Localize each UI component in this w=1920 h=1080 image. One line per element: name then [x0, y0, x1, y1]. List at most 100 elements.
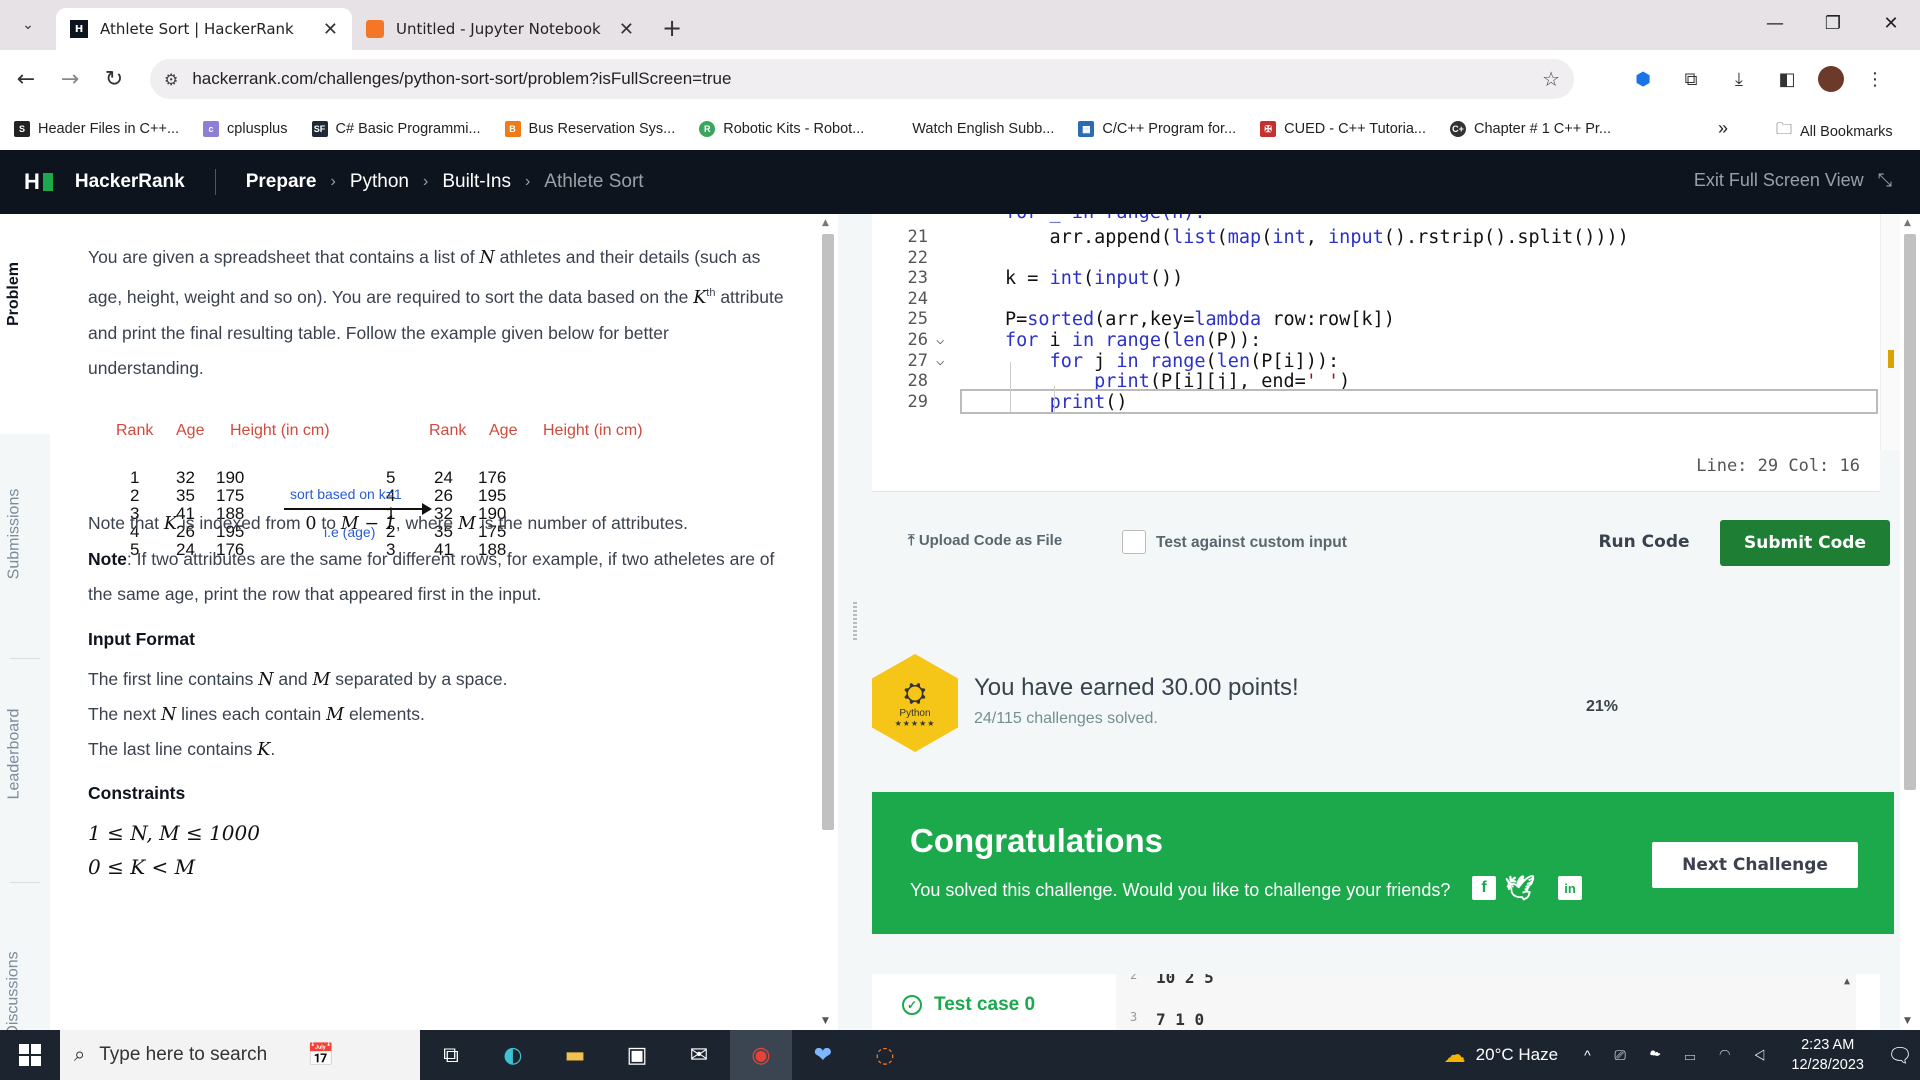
scrollbar-thumb[interactable]	[822, 234, 834, 830]
right-pane-scrollbar[interactable]: ▲ ▼	[1900, 214, 1920, 1030]
header-height: Height (in cm)	[230, 422, 330, 439]
bookmark-item[interactable]: SF C# Basic Programmi...	[311, 121, 481, 137]
bookmark-item[interactable]: B Bus Reservation Sys...	[504, 121, 675, 137]
close-window-icon[interactable]: ✕	[1862, 0, 1920, 46]
tab-leaderboard[interactable]: Leaderboard	[0, 709, 50, 800]
custom-input-checkbox[interactable]	[1122, 530, 1146, 554]
scroll-down-arrow-icon[interactable]: ▼	[1904, 1016, 1911, 1026]
close-tab-icon[interactable]: ✕	[323, 19, 338, 40]
all-bookmarks-button[interactable]: 🗀 All Bookmarks	[1776, 118, 1893, 145]
bookmark-item[interactable]: R Robotic Kits - Robot...	[699, 121, 864, 137]
brand-name[interactable]: HackerRank	[75, 171, 185, 193]
custom-input-label[interactable]: Test against custom input	[1156, 534, 1347, 552]
text: separated by a space.	[335, 669, 508, 689]
back-arrow-icon[interactable]: ←	[4, 57, 48, 101]
more-bookmarks-chevron-icon[interactable]: »	[1718, 118, 1728, 139]
notification-icon[interactable]: 🗨	[1880, 1043, 1920, 1068]
sample-cell: 1	[130, 468, 140, 487]
scroll-down-arrow-icon[interactable]: ▼	[822, 1016, 829, 1026]
puzzle-extensions-icon[interactable]: ⧉	[1674, 62, 1708, 96]
constraint-2: 0 ≤ K < M	[88, 855, 196, 879]
scroll-up-arrow-icon[interactable]: ▲	[1844, 976, 1850, 987]
code-editor[interactable]: for _ in range(n): 21 arr.append(list(ma…	[872, 214, 1900, 492]
jupyter-taskbar-icon[interactable]: ◌	[854, 1030, 916, 1080]
submit-code-button[interactable]: Submit Code	[1720, 520, 1890, 566]
url-omnibox[interactable]: ⚙ hackerrank.com/challenges/python-sort-…	[150, 59, 1574, 99]
text: The last line contains	[88, 739, 253, 759]
file-explorer-icon[interactable]: ▬	[544, 1030, 606, 1080]
hackerrank-logo[interactable]: H	[24, 169, 53, 195]
hackerrank-icon: H	[70, 20, 88, 38]
site-info-icon[interactable]: ⚙	[164, 70, 178, 89]
editor-scrollbar[interactable]	[1880, 214, 1900, 450]
indent-guide	[1010, 362, 1011, 412]
weather-widget[interactable]: ☁ 20°C Haze	[1444, 1042, 1558, 1068]
chrome-icon[interactable]: ◉	[730, 1030, 792, 1080]
tab-submissions[interactable]: Submissions	[0, 489, 50, 580]
text: is the number of attributes.	[480, 513, 689, 533]
scrollbar-thumb[interactable]	[1904, 234, 1916, 790]
extension-shield-icon[interactable]: ⬢	[1626, 62, 1660, 96]
scroll-up-arrow-icon[interactable]: ▲	[822, 218, 829, 228]
math-M: M	[312, 670, 331, 690]
breadcrumb-built-ins[interactable]: Built-Ins	[442, 171, 511, 193]
paint-icon[interactable]: ❤	[792, 1030, 854, 1080]
clock[interactable]: 2:23 AM 12/28/2023	[1791, 1035, 1864, 1075]
code-area[interactable]: for _ in range(n): 21 arr.append(list(ma…	[872, 214, 1880, 450]
windows-taskbar: ⌕ Type here to search 📅 ⧉ ◐ ▬ ▣ ✉ ◉ ❤ ◌ …	[0, 1030, 1920, 1080]
tab-label: Submissions	[5, 488, 23, 580]
tab-label: Discussions	[5, 951, 23, 1037]
problem-scrollbar[interactable]: ▲ ▼	[818, 214, 838, 1030]
download-icon[interactable]: ⤓	[1722, 62, 1756, 96]
bookmark-item[interactable]: c cplusplus	[203, 121, 288, 137]
note-bold: Note	[88, 549, 127, 569]
drag-handle-icon[interactable]	[853, 602, 857, 642]
run-code-button[interactable]: Run Code	[1584, 520, 1704, 564]
tab-problem[interactable]: Problem	[0, 262, 50, 326]
bookmark-item[interactable]: ✠ CUED - C++ Tutoria...	[1260, 121, 1426, 137]
tab-search-chevron-icon[interactable]: ⌄	[8, 5, 48, 45]
tab-jupyter[interactable]: Untitled - Jupyter Notebook ✕	[352, 8, 648, 50]
side-panel-icon[interactable]: ◧	[1770, 62, 1804, 96]
sample-cell: 175	[216, 486, 245, 505]
math-zero: 0	[305, 514, 317, 534]
forward-arrow-icon[interactable]: →	[48, 57, 92, 101]
windows-start-icon[interactable]	[0, 1030, 60, 1080]
upload-code-button[interactable]: ⤒ Upload Code as File	[908, 532, 1062, 549]
restore-icon[interactable]: ❐	[1804, 0, 1862, 46]
linkedin-icon[interactable]: in	[1558, 876, 1582, 900]
breadcrumb-python[interactable]: Python	[350, 171, 409, 193]
more-menu-icon[interactable]: ⋮	[1858, 62, 1892, 96]
input-format-line-1: The first line contains N and M separate…	[88, 662, 788, 698]
tab-athlete-sort[interactable]: H Athlete Sort | HackerRank ✕	[56, 8, 352, 50]
pane-splitter[interactable]	[838, 214, 872, 1030]
profile-avatar[interactable]	[1818, 66, 1844, 92]
task-view-icon[interactable]: ⧉	[420, 1030, 482, 1080]
test-case-0-tab[interactable]: ✓ Test case 0	[902, 994, 1035, 1016]
bookmark-item[interactable]: Watch English Subb...	[888, 121, 1054, 137]
taskbar-search-box[interactable]: ⌕ Type here to search 📅	[60, 1030, 420, 1080]
bookmark-item[interactable]: ▦ C/C++ Program for...	[1078, 121, 1236, 137]
close-tab-icon[interactable]: ✕	[619, 19, 634, 40]
mail-icon[interactable]: ✉	[668, 1030, 730, 1080]
new-tab-plus-icon[interactable]: +	[654, 10, 690, 46]
minimize-icon[interactable]: —	[1746, 0, 1804, 46]
url-text[interactable]: hackerrank.com/challenges/python-sort-so…	[192, 69, 1542, 89]
edge-icon[interactable]: ◐	[482, 1030, 544, 1080]
breadcrumb-prepare[interactable]: Prepare	[246, 171, 317, 193]
exit-fullscreen-button[interactable]: Exit Full Screen View ⤡	[1694, 170, 1892, 191]
text: is indexed from	[181, 513, 301, 533]
bookmark-star-icon[interactable]: ☆	[1542, 67, 1560, 91]
tab-discussions[interactable]: Discussions	[0, 951, 50, 1036]
bookmark-item[interactable]: S Header Files in C++...	[14, 121, 179, 137]
line-number: 3	[1130, 1010, 1138, 1024]
window-controls: — ❐ ✕	[1746, 0, 1920, 50]
store-icon[interactable]: ▣	[606, 1030, 668, 1080]
next-challenge-button[interactable]: Next Challenge	[1652, 842, 1858, 888]
scroll-up-arrow-icon[interactable]: ▲	[1904, 218, 1911, 228]
facebook-icon[interactable]: f	[1472, 876, 1496, 900]
bookmark-item[interactable]: C+ Chapter # 1 C++ Pr...	[1449, 121, 1611, 137]
reload-icon[interactable]: ↻	[92, 57, 136, 101]
tray-icons[interactable]: ^ ⎚ ☁ ▭ ◠ ◁	[1584, 1047, 1775, 1064]
twitter-icon[interactable]: 🕊	[1505, 875, 1535, 902]
